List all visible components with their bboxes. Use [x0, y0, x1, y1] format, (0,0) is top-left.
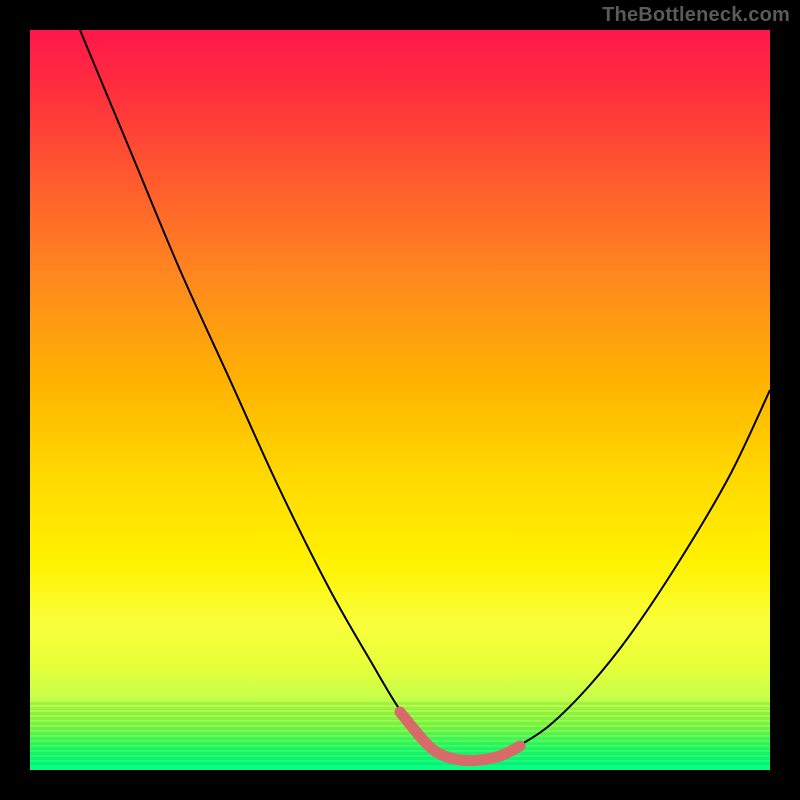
curve-svg — [30, 30, 770, 770]
chart-stage: TheBottleneck.com — [0, 0, 800, 800]
plot-area — [30, 30, 770, 770]
bottom-bump-highlight — [400, 712, 520, 761]
watermark-text: TheBottleneck.com — [602, 4, 790, 27]
v-curve-line — [80, 30, 770, 759]
